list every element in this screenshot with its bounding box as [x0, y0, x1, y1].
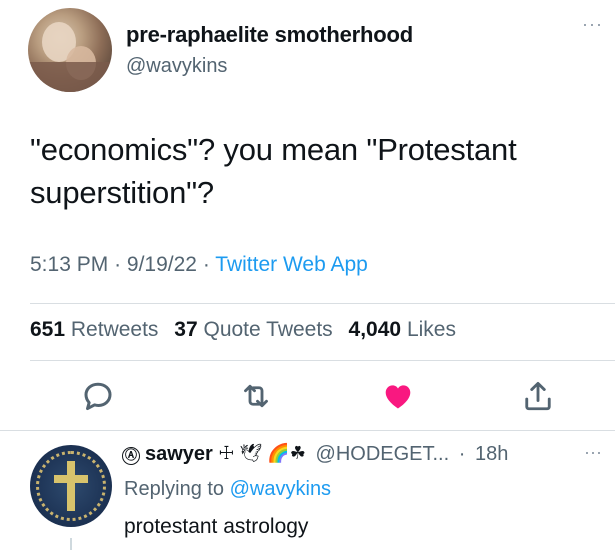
- heart-icon: [385, 385, 411, 409]
- reply-time[interactable]: 18h: [475, 443, 508, 465]
- reply-handle[interactable]: @HODEGET...: [316, 443, 450, 465]
- retweets-stat[interactable]: 651 Retweets: [30, 318, 158, 341]
- cross-icon: [54, 475, 88, 483]
- replying-prefix: Replying to: [124, 478, 225, 500]
- anarchy-icon: Ⓐ: [122, 447, 140, 465]
- retweet-button[interactable]: [238, 378, 274, 414]
- replying-to: Replying to @wavykins: [124, 478, 331, 501]
- replying-mention-link[interactable]: @wavykins: [230, 478, 331, 500]
- reply-header: Ⓐsawyer ☩ 🕊 🌈☘ @HODEGET... · 18h: [122, 443, 508, 469]
- divider: [30, 303, 615, 304]
- tweet-time[interactable]: 5:13 PM: [30, 253, 108, 276]
- share-icon: [525, 381, 551, 411]
- reply-author-avatar[interactable]: [30, 445, 112, 527]
- reply-icon: [84, 382, 112, 411]
- author-avatar[interactable]: [28, 8, 112, 92]
- more-options-icon[interactable]: ···: [582, 14, 603, 35]
- tweet-text-line: "economics"? you mean "Protestant: [30, 132, 517, 167]
- tweet-date[interactable]: 9/19/22: [127, 253, 197, 276]
- tweet-source-link[interactable]: Twitter Web App: [215, 253, 368, 276]
- tweet-text-line: superstition"?: [30, 175, 214, 210]
- separator: ·: [202, 253, 210, 276]
- reply-more-options-icon[interactable]: ···: [584, 442, 602, 463]
- name-emoji: ☩ 🕊 🌈☘: [218, 443, 306, 463]
- reply-button[interactable]: [80, 378, 116, 414]
- cross-icon: [67, 461, 75, 511]
- avatar-figure: [28, 62, 112, 92]
- reply-display-name[interactable]: sawyer: [145, 443, 213, 465]
- separator: ·: [114, 253, 122, 276]
- engagement-stats: 651 Retweets 37 Quote Tweets 4,040 Likes: [30, 318, 456, 342]
- likes-stat[interactable]: 4,040 Likes: [349, 318, 456, 341]
- author-handle[interactable]: @wavykins: [126, 55, 227, 78]
- tweet-text: "economics"? you mean "Protestant supers…: [30, 128, 590, 214]
- tweet-metadata: 5:13 PM · 9/19/22 · Twitter Web App: [30, 253, 368, 277]
- author-display-name[interactable]: pre-raphaelite smotherhood: [126, 22, 413, 48]
- divider: [0, 430, 615, 431]
- like-button[interactable]: [380, 378, 416, 414]
- likes-label: Likes: [406, 318, 456, 341]
- tweet-detail: pre-raphaelite smotherhood @wavykins ···…: [0, 0, 615, 550]
- reply-text: protestant astrology: [124, 515, 309, 538]
- retweets-label: Retweets: [70, 318, 159, 341]
- likes-count: 4,040: [348, 318, 402, 341]
- quotes-count: 37: [174, 318, 198, 341]
- share-button[interactable]: [520, 378, 556, 414]
- thread-line: [70, 538, 72, 550]
- retweet-icon: [244, 384, 268, 408]
- separator: ·: [458, 443, 466, 465]
- divider: [30, 360, 615, 361]
- tweet-actions: [0, 378, 615, 418]
- quotes-label: Quote Tweets: [203, 318, 333, 341]
- quotes-stat[interactable]: 37 Quote Tweets: [174, 318, 332, 341]
- retweets-count: 651: [30, 318, 66, 341]
